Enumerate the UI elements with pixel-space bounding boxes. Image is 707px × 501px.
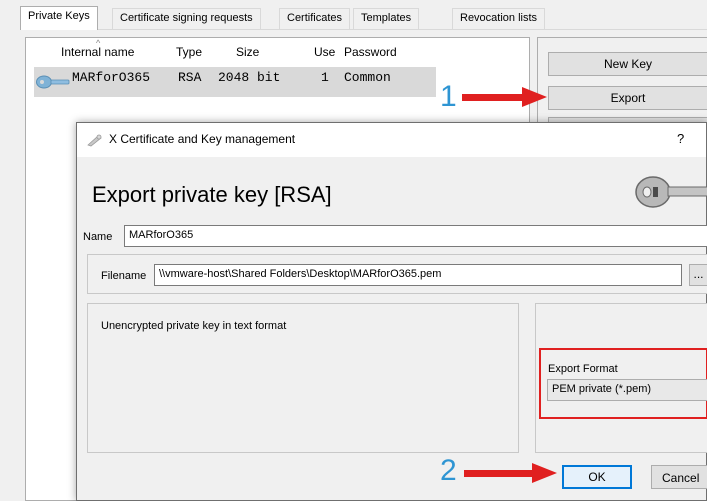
name-input[interactable]: MARforO365 <box>124 225 707 247</box>
export-button[interactable]: Export <box>548 86 707 110</box>
step-number-2: 2 <box>440 454 457 487</box>
filename-label: Filename <box>101 270 147 282</box>
new-key-button[interactable]: New Key <box>548 52 707 76</box>
row-type: RSA <box>178 70 202 85</box>
column-size[interactable]: Size <box>236 45 259 59</box>
tab-revocation-lists[interactable]: Revocation lists <box>452 8 546 29</box>
dialog-title: X Certificate and Key management <box>109 132 296 146</box>
dialog-heading: Export private key [RSA] <box>92 182 332 207</box>
tab-certificate-signing-requests[interactable]: Certificate signing requests <box>112 8 261 29</box>
column-type[interactable]: Type <box>176 45 202 59</box>
tab-certificates[interactable]: Certificates <box>279 8 351 29</box>
row-internal-name: MARforO365 <box>72 70 151 85</box>
tab-private-keys[interactable]: Private Keys <box>20 6 98 30</box>
ok-button[interactable]: OK <box>562 465 632 489</box>
description-text: Unencrypted private key in text format <box>101 320 287 332</box>
tab-templates[interactable]: Templates <box>353 8 420 29</box>
column-password[interactable]: Password <box>344 45 397 59</box>
row-use: 1 <box>321 70 329 85</box>
export-private-key-dialog: X Certificate and Key management ? Expor… <box>76 122 707 501</box>
filename-input[interactable]: \\vmware-host\Shared Folders\Desktop\MAR… <box>154 264 682 286</box>
column-use[interactable]: Use <box>314 45 335 59</box>
row-size: 2048 bit <box>218 70 281 85</box>
cancel-button[interactable]: Cancel <box>651 465 707 489</box>
key-illustration-icon <box>635 176 707 208</box>
dialog-titlebar: X Certificate and Key management ? <box>77 123 706 157</box>
name-label: Name <box>83 231 113 243</box>
key-icon <box>36 75 70 89</box>
step-number-1: 1 <box>440 80 457 113</box>
tab-divider <box>20 29 707 30</box>
table-row[interactable]: MARforO365 RSA 2048 bit 1 Common <box>34 67 436 97</box>
column-internal-name[interactable]: Internal name <box>61 45 134 59</box>
certificate-app-icon <box>87 134 102 147</box>
help-button[interactable]: ? <box>677 131 684 146</box>
export-format-label: Export Format <box>548 363 618 375</box>
browse-button[interactable]: ... <box>689 264 707 286</box>
row-password: Common <box>344 70 391 85</box>
arrow-right-icon <box>462 87 547 107</box>
arrow-right-icon <box>464 463 557 483</box>
export-format-select[interactable]: PEM private (*.pem) <box>547 379 707 401</box>
